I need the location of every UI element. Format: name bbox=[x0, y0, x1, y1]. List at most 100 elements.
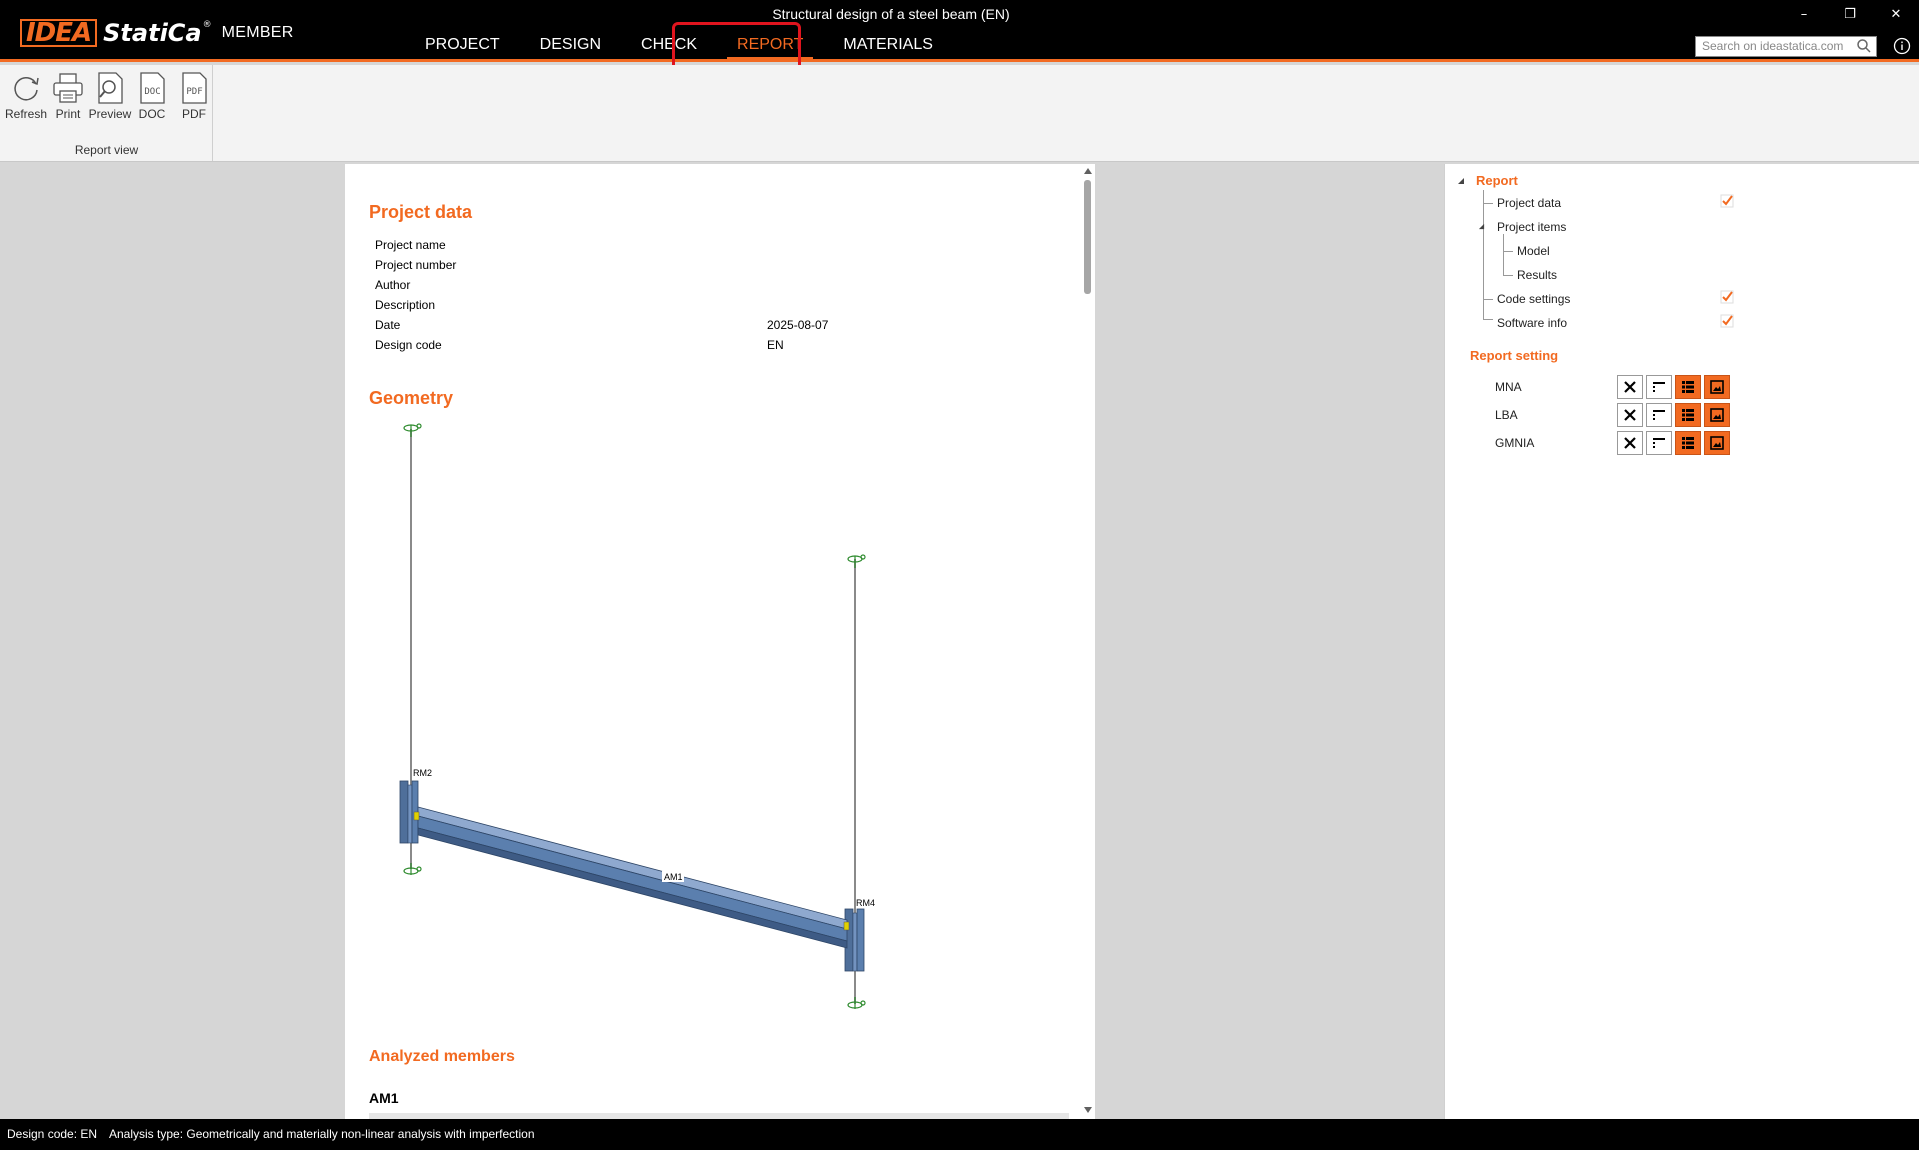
tab-design[interactable]: DESIGN bbox=[520, 34, 621, 58]
close-icon bbox=[1624, 381, 1636, 393]
tree-root-report[interactable]: Report bbox=[1476, 173, 1518, 188]
tree-item-project-items[interactable]: Project items bbox=[1497, 220, 1566, 234]
pdf-label: PDF bbox=[182, 107, 206, 121]
detailed-list-icon bbox=[1682, 437, 1694, 449]
doc-icon: DOC bbox=[140, 72, 165, 104]
support-icon bbox=[847, 554, 866, 568]
setting-mna-detailed-button[interactable] bbox=[1675, 375, 1701, 399]
setting-lba-detailed-button[interactable] bbox=[1675, 403, 1701, 427]
tab-report[interactable]: REPORT bbox=[717, 34, 823, 60]
connection-marker bbox=[413, 811, 420, 821]
tree-item-code-settings[interactable]: Code settings bbox=[1497, 292, 1570, 306]
logo-idea: IDEA bbox=[20, 19, 98, 47]
print-button[interactable]: Print bbox=[47, 70, 89, 121]
brief-list-icon bbox=[1653, 410, 1665, 420]
setting-lba-label: LBA bbox=[1495, 408, 1518, 422]
setting-lba-image-button[interactable] bbox=[1704, 403, 1730, 427]
report-setting-title: Report setting bbox=[1470, 348, 1559, 363]
author-label: Author bbox=[375, 278, 411, 292]
project-data-title: Project data bbox=[369, 202, 473, 222]
check-icon[interactable] bbox=[1720, 290, 1734, 304]
window-title: Structural design of a steel beam (EN) bbox=[772, 6, 1010, 22]
search-icon[interactable] bbox=[1856, 38, 1872, 54]
design-code-label: Design code bbox=[375, 338, 442, 352]
setting-gmnia-detailed-button[interactable] bbox=[1675, 431, 1701, 455]
scroll-up-icon[interactable] bbox=[1083, 166, 1093, 176]
preview-button[interactable]: Preview bbox=[89, 70, 131, 121]
analyzed-members-title: Analyzed members bbox=[369, 1048, 515, 1065]
setting-gmnia-none-button[interactable] bbox=[1617, 431, 1643, 455]
preview-label: Preview bbox=[88, 107, 132, 121]
svg-text:PDF: PDF bbox=[186, 87, 202, 97]
logo-statica: StatiCa bbox=[103, 19, 202, 47]
support-icon bbox=[403, 423, 422, 437]
tree-item-model[interactable]: Model bbox=[1517, 244, 1550, 258]
doc-label: DOC bbox=[138, 107, 166, 121]
setting-mna-image-button[interactable] bbox=[1704, 375, 1730, 399]
scroll-thumb[interactable] bbox=[1084, 180, 1091, 294]
search-input[interactable]: Search on ideastatica.com bbox=[1695, 36, 1877, 57]
beam-am1 bbox=[417, 806, 848, 949]
date-value: 2025-08-07 bbox=[767, 318, 829, 332]
refresh-button[interactable]: Refresh bbox=[5, 70, 47, 121]
description-label: Description bbox=[375, 298, 436, 312]
tab-project[interactable]: PROJECT bbox=[405, 34, 520, 58]
setting-gmnia-label: GMNIA bbox=[1495, 436, 1535, 450]
status-design-code: Design code: EN bbox=[7, 1127, 98, 1141]
print-label: Print bbox=[55, 107, 81, 121]
picture-icon bbox=[1710, 436, 1724, 450]
app-logo: IDEA StatiCa ® MEMBER bbox=[20, 18, 294, 48]
tab-materials[interactable]: MATERIALS bbox=[823, 34, 953, 58]
report-settings-panel: Report Project data Project items Model … bbox=[1444, 164, 1919, 1119]
collapse-arrow-icon[interactable] bbox=[1457, 177, 1465, 185]
close-icon bbox=[1624, 437, 1636, 449]
scroll-down-icon[interactable] bbox=[1083, 1105, 1093, 1115]
main-tabs: PROJECT DESIGN CHECK REPORT MATERIALS bbox=[405, 34, 953, 60]
info-icon[interactable] bbox=[1893, 37, 1911, 55]
member-heading: AM1 bbox=[369, 1090, 399, 1106]
geometry-model-view: RM2 RM4 AM1 Z Y X bbox=[399, 423, 875, 1009]
setting-lba-none-button[interactable] bbox=[1617, 403, 1643, 427]
brief-list-icon bbox=[1653, 438, 1665, 448]
support-icon bbox=[847, 997, 866, 1009]
ribbon-group-label: Report view bbox=[74, 143, 139, 157]
doc-button[interactable]: DOC DOC bbox=[131, 70, 173, 121]
label-rm2: RM2 bbox=[413, 768, 432, 778]
close-button[interactable]: ✕ bbox=[1873, 0, 1919, 30]
pdf-button[interactable]: PDF PDF bbox=[173, 70, 215, 121]
setting-mna-none-button[interactable] bbox=[1617, 375, 1643, 399]
setting-lba-brief-button[interactable] bbox=[1646, 403, 1672, 427]
check-icon[interactable] bbox=[1720, 314, 1734, 328]
report-scrollbar[interactable] bbox=[1081, 164, 1095, 1119]
setting-gmnia-image-button[interactable] bbox=[1704, 431, 1730, 455]
label-am1: AM1 bbox=[664, 872, 683, 882]
collapse-arrow-icon[interactable] bbox=[1478, 223, 1485, 230]
print-icon bbox=[53, 73, 83, 103]
date-label: Date bbox=[375, 318, 401, 332]
picture-icon bbox=[1710, 408, 1724, 422]
project-number-label: Project number bbox=[375, 258, 457, 272]
setting-gmnia-brief-button[interactable] bbox=[1646, 431, 1672, 455]
setting-mna-brief-button[interactable] bbox=[1646, 375, 1672, 399]
restore-button[interactable]: ❐ bbox=[1827, 0, 1873, 30]
connection-marker bbox=[843, 921, 850, 931]
tree-item-project-data[interactable]: Project data bbox=[1497, 196, 1561, 210]
close-icon bbox=[1624, 409, 1636, 421]
geometry-title: Geometry bbox=[369, 388, 454, 408]
tree-item-software-info[interactable]: Software info bbox=[1497, 316, 1567, 330]
project-name-label: Project name bbox=[375, 238, 446, 252]
ribbon: Refresh Print Preview DOC DOC PDF PDF Re… bbox=[0, 65, 1919, 162]
status-bar: Design code: EN Analysis type: Geometric… bbox=[0, 1119, 1919, 1150]
product-name: MEMBER bbox=[221, 24, 294, 41]
preview-icon bbox=[98, 72, 123, 104]
tab-check[interactable]: CHECK bbox=[621, 34, 717, 58]
tree-item-results[interactable]: Results bbox=[1517, 268, 1557, 282]
detailed-list-icon bbox=[1682, 409, 1694, 421]
minimize-button[interactable]: – bbox=[1781, 0, 1827, 30]
title-bar: IDEA StatiCa ® MEMBER Structural design … bbox=[0, 0, 1919, 74]
check-icon[interactable] bbox=[1720, 194, 1734, 208]
app-window: IDEA StatiCa ® MEMBER Structural design … bbox=[0, 0, 1919, 1150]
pdf-icon: PDF bbox=[182, 72, 207, 104]
support-icon bbox=[403, 863, 422, 875]
report-document[interactable]: Project data Project name Project number… bbox=[345, 164, 1095, 1119]
